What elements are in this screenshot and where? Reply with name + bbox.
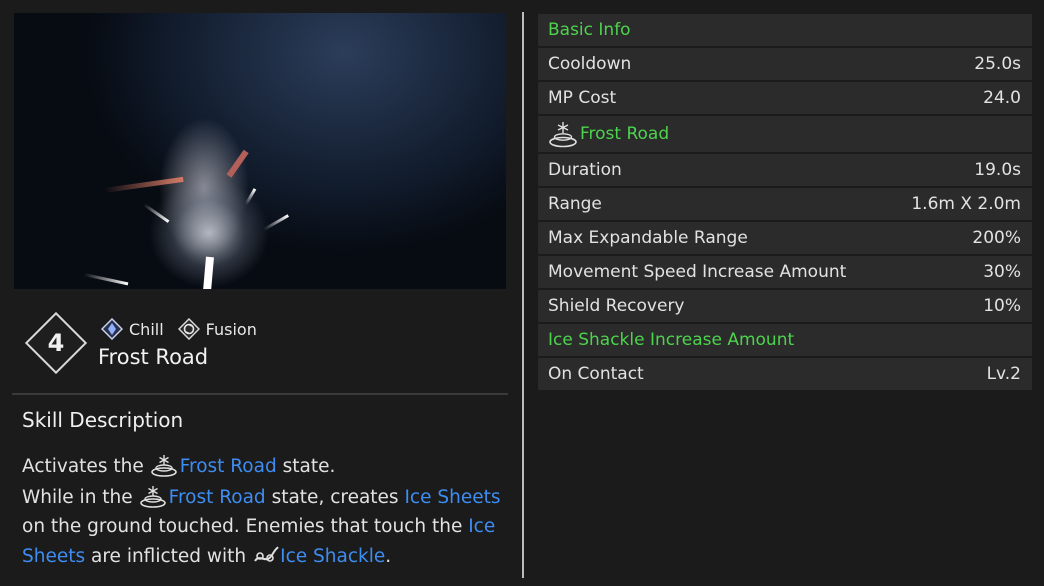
- stat-row-shield-recovery: Shield Recovery 10%: [538, 290, 1032, 322]
- stat-value: 30%: [983, 262, 1021, 282]
- stat-row-duration: Duration 19.0s: [538, 154, 1032, 186]
- skill-tags: Chill Fusion: [101, 318, 271, 340]
- stat-label: Cooldown: [548, 54, 632, 74]
- stat-label: Shield Recovery: [548, 296, 685, 316]
- section-header-basic-info: Basic Info: [538, 14, 1032, 46]
- stat-label: MP Cost: [548, 88, 617, 108]
- fusion-swirl-icon: [177, 318, 200, 340]
- ice-shard-effect: [83, 273, 129, 286]
- stat-label: Range: [548, 194, 602, 214]
- stat-label: Movement Speed Increase Amount: [548, 262, 847, 282]
- stat-value: 24.0: [983, 88, 1021, 108]
- divider: [12, 393, 508, 395]
- description-text: state.: [282, 456, 336, 477]
- frost-road-icon: [150, 455, 177, 477]
- ice-shackle-icon: [254, 545, 279, 562]
- ice-shard-effect: [143, 203, 170, 223]
- stat-value: 200%: [972, 228, 1021, 248]
- ice-shard-effect: [244, 188, 257, 206]
- frost-road-link[interactable]: Frost Road: [169, 487, 266, 508]
- frost-road-link[interactable]: Frost Road: [180, 456, 277, 477]
- section-header-frost-road: Frost Road: [538, 116, 1032, 152]
- skill-level-number: 4: [47, 329, 65, 357]
- stat-value: Lv.2: [986, 364, 1021, 384]
- tag-fusion: Fusion: [177, 318, 257, 340]
- stat-label: On Contact: [548, 364, 644, 384]
- stat-row-on-contact: On Contact Lv.2: [538, 358, 1032, 390]
- panel-divider: [522, 12, 524, 578]
- skill-name: Frost Road: [98, 345, 209, 369]
- stat-row-range: Range 1.6m X 2.0m: [538, 188, 1032, 220]
- skill-detail-panel: 4 Chill Fusion Frost Road Skill Descript…: [0, 0, 522, 586]
- frost-road-icon: [139, 485, 166, 508]
- stat-row-cooldown: Cooldown 25.0s: [538, 48, 1032, 80]
- stat-row-max-expandable-range: Max Expandable Range 200%: [538, 222, 1032, 254]
- stat-label: Max Expandable Range: [548, 228, 748, 248]
- skill-description: Activates the Frost Road state. While in…: [22, 452, 502, 572]
- description-text: While in the: [22, 486, 133, 508]
- section-header-label: Ice Shackle Increase Amount: [548, 330, 795, 350]
- skill-preview-video[interactable]: [14, 13, 506, 289]
- stat-value: 1.6m X 2.0m: [911, 194, 1021, 214]
- wing-effect: [226, 149, 249, 178]
- description-text: are inflicted with: [91, 545, 247, 567]
- description-line: Activates the Frost Road state.: [22, 452, 502, 482]
- description-title: Skill Description: [22, 408, 184, 432]
- wing-effect: [103, 176, 184, 193]
- section-header-label: Basic Info: [548, 20, 631, 40]
- description-text: on the ground touched. Enemies that touc…: [22, 516, 463, 537]
- stats-table: Basic Info Cooldown 25.0s MP Cost 24.0 F…: [538, 14, 1032, 392]
- stat-value: 10%: [983, 296, 1021, 316]
- chill-diamond-icon: [101, 318, 123, 340]
- ice-shackle-link[interactable]: Ice Shackle: [280, 546, 385, 567]
- ice-shard-effect: [263, 214, 289, 231]
- frost-road-icon: [549, 122, 577, 148]
- stat-value: 25.0s: [974, 54, 1021, 74]
- ice-sheets-link[interactable]: Ice Sheets: [404, 487, 500, 508]
- section-header-content: Frost Road: [548, 120, 669, 148]
- stat-row-mp-cost: MP Cost 24.0: [538, 82, 1032, 114]
- tag-chill: Chill: [101, 318, 164, 340]
- ice-spike-effect: [202, 256, 214, 289]
- section-header-label: Frost Road: [580, 124, 670, 144]
- stat-value: 19.0s: [974, 160, 1021, 180]
- stat-label: Duration: [548, 160, 622, 180]
- stat-row-movement-speed: Movement Speed Increase Amount 30%: [538, 256, 1032, 288]
- tag-label: Fusion: [205, 319, 257, 339]
- description-text: Activates the: [22, 456, 144, 477]
- section-header-ice-shackle: Ice Shackle Increase Amount: [538, 324, 1032, 356]
- tag-label: Chill: [129, 319, 164, 339]
- description-line: While in the Frost Road state, creates I…: [22, 483, 502, 572]
- description-text: state, creates: [271, 486, 399, 508]
- description-text: .: [385, 545, 392, 567]
